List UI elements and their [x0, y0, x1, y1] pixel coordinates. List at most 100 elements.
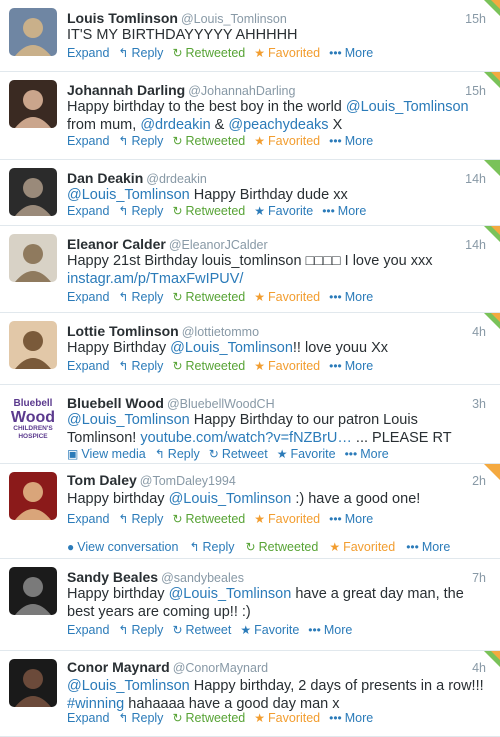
tweet-link[interactable]: instagr.am/p/TmaxFwIPUV/ — [67, 271, 243, 287]
reply-button[interactable]: ↰ Reply — [118, 359, 163, 373]
display-name[interactable]: Lottie Tomlinson — [67, 323, 179, 339]
tweet[interactable]: Lottie Tomlinson @lottietommo 4h Happy Birt… — [0, 313, 500, 385]
tweet-link[interactable]: #winning — [67, 696, 124, 712]
tweet-link[interactable]: @Louis_Tomlinson — [67, 412, 190, 428]
timestamp[interactable]: 14h — [465, 172, 486, 186]
reply-button[interactable]: ↰ Reply — [118, 204, 163, 218]
reply-button[interactable]: ↰ Reply — [189, 540, 234, 554]
avatar[interactable] — [9, 321, 57, 369]
user-handle[interactable]: @lottietommo — [182, 325, 259, 339]
reply-button[interactable]: ↰ Reply — [118, 512, 163, 526]
retweeted-button[interactable]: ↻ Retweeted — [172, 46, 245, 60]
reply-button[interactable]: ↰ Reply — [118, 623, 163, 637]
more-button[interactable]: ••• More — [329, 711, 373, 725]
more-button[interactable]: ••• More — [329, 46, 373, 60]
display-name[interactable]: Eleanor Calder — [67, 236, 166, 252]
favorited-button[interactable]: ★ Favorited — [254, 290, 320, 304]
view-media-button[interactable]: ▣ View media — [67, 447, 146, 461]
expand-button[interactable]: Expand — [67, 204, 109, 218]
tweet[interactable]: Dan Deakin @drdeakin 14h @Louis_Tomlinson H… — [0, 160, 500, 226]
expand-button[interactable]: Expand — [67, 623, 109, 637]
more-button[interactable]: ••• More — [308, 623, 352, 637]
tweet-link[interactable]: @Louis_Tomlinson — [169, 586, 292, 602]
more-button[interactable]: ••• More — [322, 204, 366, 218]
retweeted-button[interactable]: ↻ Retweeted — [172, 134, 245, 148]
expand-button[interactable]: Expand — [67, 512, 109, 526]
tweet[interactable]: Louis Tomlinson @Louis_Tomlinson 15h IT'S M… — [0, 0, 500, 72]
display-name[interactable]: Sandy Beales — [67, 569, 158, 585]
user-handle[interactable]: @JohannahDarling — [188, 84, 295, 98]
tweet[interactable]: Bluebell Wood CHILDREN'S HOSPICE Bluebell Wo… — [0, 385, 500, 464]
more-button[interactable]: ••• More — [329, 512, 373, 526]
tweet-link[interactable]: @Louis_Tomlinson — [67, 678, 190, 694]
retweeted-button[interactable]: ↻ Retweeted — [246, 540, 319, 554]
more-button[interactable]: ••• More — [329, 290, 373, 304]
reply-button[interactable]: ↰ Reply — [118, 290, 163, 304]
expand-button[interactable]: Expand — [67, 290, 109, 304]
favorited-button[interactable]: ★ Favorited — [254, 512, 320, 526]
avatar[interactable] — [9, 234, 57, 282]
user-handle[interactable]: @ConorMaynard — [173, 661, 268, 675]
timestamp[interactable]: 3h — [472, 397, 486, 411]
user-handle[interactable]: @TomDaley1994 — [140, 474, 236, 488]
avatar[interactable] — [9, 567, 57, 615]
avatar[interactable] — [9, 168, 57, 216]
expand-button[interactable]: Expand — [67, 359, 109, 373]
display-name[interactable]: Conor Maynard — [67, 659, 170, 675]
timestamp[interactable]: 7h — [472, 571, 486, 585]
expand-button[interactable]: Expand — [67, 134, 109, 148]
favorite-button[interactable]: ★ Favorite — [240, 623, 299, 637]
user-handle[interactable]: @drdeakin — [146, 172, 207, 186]
display-name[interactable]: Bluebell Wood — [67, 395, 164, 411]
tweet-link[interactable]: @Louis_Tomlinson — [169, 491, 292, 507]
timestamp[interactable]: 14h — [465, 238, 486, 252]
favorited-button[interactable]: ★ Favorited — [329, 540, 395, 554]
avatar[interactable]: Bluebell Wood CHILDREN'S HOSPICE — [9, 393, 57, 441]
avatar[interactable] — [9, 8, 57, 56]
avatar[interactable] — [9, 472, 57, 520]
expand-button[interactable]: Expand — [67, 46, 109, 60]
favorited-button[interactable]: ★ Favorited — [254, 711, 320, 725]
retweeted-button[interactable]: ↻ Retweeted — [172, 204, 245, 218]
tweet[interactable]: Sandy Beales @sandybeales 7h Happy birthday… — [0, 559, 500, 651]
tweet-link[interactable]: @Louis_Tomlinson — [170, 340, 293, 356]
user-handle[interactable]: @EleanorJCalder — [169, 238, 268, 252]
tweet[interactable]: Conor Maynard @ConorMaynard 4h @Louis_Tomli… — [0, 651, 500, 737]
display-name[interactable]: Louis Tomlinson — [67, 10, 178, 26]
tweet[interactable]: Tom Daley @TomDaley1994 2h Happy birthday @… — [0, 464, 500, 559]
favorite-button[interactable]: ★ Favorite — [277, 447, 336, 461]
more-button[interactable]: ••• More — [329, 134, 373, 148]
favorited-button[interactable]: ★ Favorited — [254, 359, 320, 373]
tweet[interactable]: Eleanor Calder @EleanorJCalder 14h Happy 21… — [0, 226, 500, 313]
more-button[interactable]: ••• More — [406, 540, 450, 554]
retweeted-button[interactable]: ↻ Retweeted — [172, 512, 245, 526]
avatar[interactable] — [9, 659, 57, 707]
more-button[interactable]: ••• More — [345, 447, 389, 461]
reply-button[interactable]: ↰ Reply — [118, 711, 163, 725]
more-button[interactable]: ••• More — [329, 359, 373, 373]
view-conversation-button[interactable]: ● View conversation — [67, 540, 178, 554]
retweet-button[interactable]: ↻ Retweet — [172, 623, 231, 637]
reply-button[interactable]: ↰ Reply — [118, 46, 163, 60]
tweet-link[interactable]: @peachydeaks — [228, 117, 328, 133]
display-name[interactable]: Johannah Darling — [67, 82, 185, 98]
display-name[interactable]: Tom Daley — [67, 472, 137, 488]
expand-button[interactable]: Expand — [67, 711, 109, 725]
timestamp[interactable]: 15h — [465, 12, 486, 26]
tweet-link[interactable]: @Louis_Tomlinson — [67, 187, 190, 203]
tweet-link[interactable]: youtube.com/watch?v=fNZBrU… — [140, 430, 352, 446]
user-handle[interactable]: @BluebellWoodCH — [167, 397, 275, 411]
tweet-link[interactable]: @drdeakin — [140, 117, 210, 133]
favorite-button[interactable]: ★ Favorite — [254, 204, 313, 218]
favorited-button[interactable]: ★ Favorited — [254, 134, 320, 148]
timestamp[interactable]: 15h — [465, 84, 486, 98]
favorited-button[interactable]: ★ Favorited — [254, 46, 320, 60]
retweet-button[interactable]: ↻ Retweet — [209, 447, 268, 461]
retweeted-button[interactable]: ↻ Retweeted — [172, 711, 245, 725]
reply-button[interactable]: ↰ Reply — [155, 447, 200, 461]
tweet-link[interactable]: @Louis_Tomlinson — [346, 99, 469, 115]
reply-button[interactable]: ↰ Reply — [118, 134, 163, 148]
user-handle[interactable]: @Louis_Tomlinson — [181, 12, 287, 26]
avatar[interactable] — [9, 80, 57, 128]
user-handle[interactable]: @sandybeales — [161, 571, 244, 585]
